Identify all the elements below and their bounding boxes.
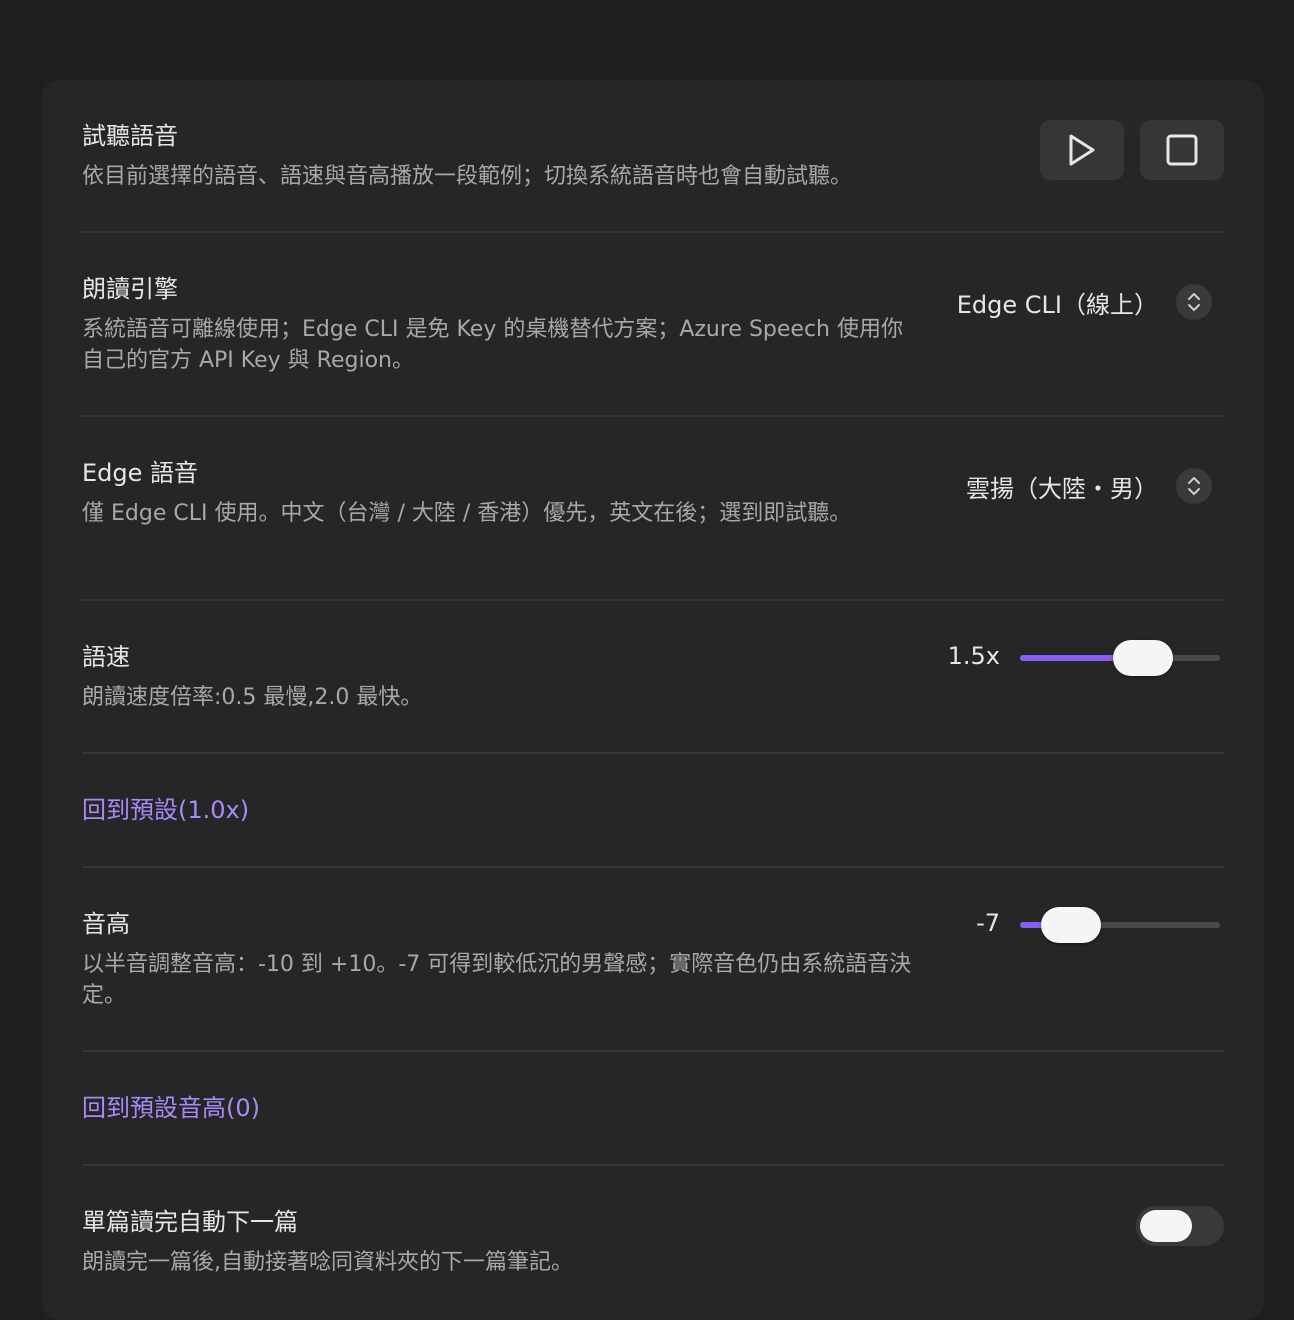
speech-rate-thumb[interactable] — [1113, 640, 1174, 676]
tts-engine-desc: 系統語音可離線使用；Edge CLI 是免 Key 的桌機替代方案；Azure … — [82, 317, 903, 373]
chevron-updown-icon — [1176, 468, 1212, 504]
reset-pitch-link[interactable]: 回到預設音高(0) — [82, 1094, 260, 1122]
pitch-desc: 以半音調整音高：-10 到 +10。-7 可得到較低沉的男聲感；實際音色仍由系統… — [82, 952, 912, 1008]
divider — [82, 231, 1224, 233]
speech-rate-value: 1.5x — [947, 642, 1000, 670]
pitch-reset-row: 回到預設音高(0) — [82, 1092, 1224, 1124]
reset-rate-link[interactable]: 回到預設(1.0x) — [82, 796, 249, 824]
edge-voice-desc: 僅 Edge CLI 使用。中文（台灣 / 大陸 / 香港）優先，英文在後；選到… — [82, 501, 852, 526]
divider — [82, 1050, 1224, 1052]
auto-next-setting: 單篇讀完自動下一篇 朗讀完一篇後,自動接著唸同資料夾的下一篇筆記。 — [82, 1206, 1224, 1278]
divider — [82, 599, 1224, 601]
tts-engine-value: Edge CLI（線上） — [956, 290, 1158, 319]
speech-rate-desc: 朗讀速度倍率:0.5 最慢,2.0 最快。 — [82, 685, 423, 710]
toggle-knob — [1140, 1210, 1192, 1242]
pitch-slider[interactable] — [1020, 907, 1220, 943]
auto-next-title: 單篇讀完自動下一篇 — [82, 1208, 298, 1236]
stop-icon — [1166, 134, 1198, 166]
chevron-updown-icon — [1176, 284, 1212, 320]
auto-next-desc: 朗讀完一篇後,自動接著唸同資料夾的下一篇筆記。 — [82, 1250, 573, 1275]
divider — [82, 752, 1224, 754]
speech-rate-setting: 語速 朗讀速度倍率:0.5 最慢,2.0 最快。 — [82, 641, 1224, 713]
edge-voice-select[interactable]: 雲揚（大陸・男） — [966, 468, 1212, 504]
stop-button[interactable] — [1140, 120, 1224, 180]
edge-voice-value: 雲揚（大陸・男） — [966, 474, 1158, 503]
auto-next-toggle[interactable] — [1136, 1206, 1224, 1246]
play-icon — [1069, 134, 1095, 166]
rate-reset-row: 回到預設(1.0x) — [82, 794, 1224, 826]
speech-rate-slider[interactable] — [1020, 640, 1220, 676]
tts-engine-select[interactable]: Edge CLI（線上） — [957, 284, 1212, 320]
settings-panel: 試聽語音 依目前選擇的語音、語速與音高播放一段範例；切換系統語音時也會自動試聽。… — [42, 80, 1264, 1320]
play-button[interactable] — [1040, 120, 1124, 180]
divider — [82, 866, 1224, 868]
pitch-thumb[interactable] — [1041, 907, 1101, 943]
divider — [82, 415, 1224, 417]
divider — [82, 1164, 1224, 1166]
pitch-value: -7 — [976, 909, 1000, 937]
preview-voice-desc: 依目前選擇的語音、語速與音高播放一段範例；切換系統語音時也會自動試聽。 — [82, 164, 853, 189]
